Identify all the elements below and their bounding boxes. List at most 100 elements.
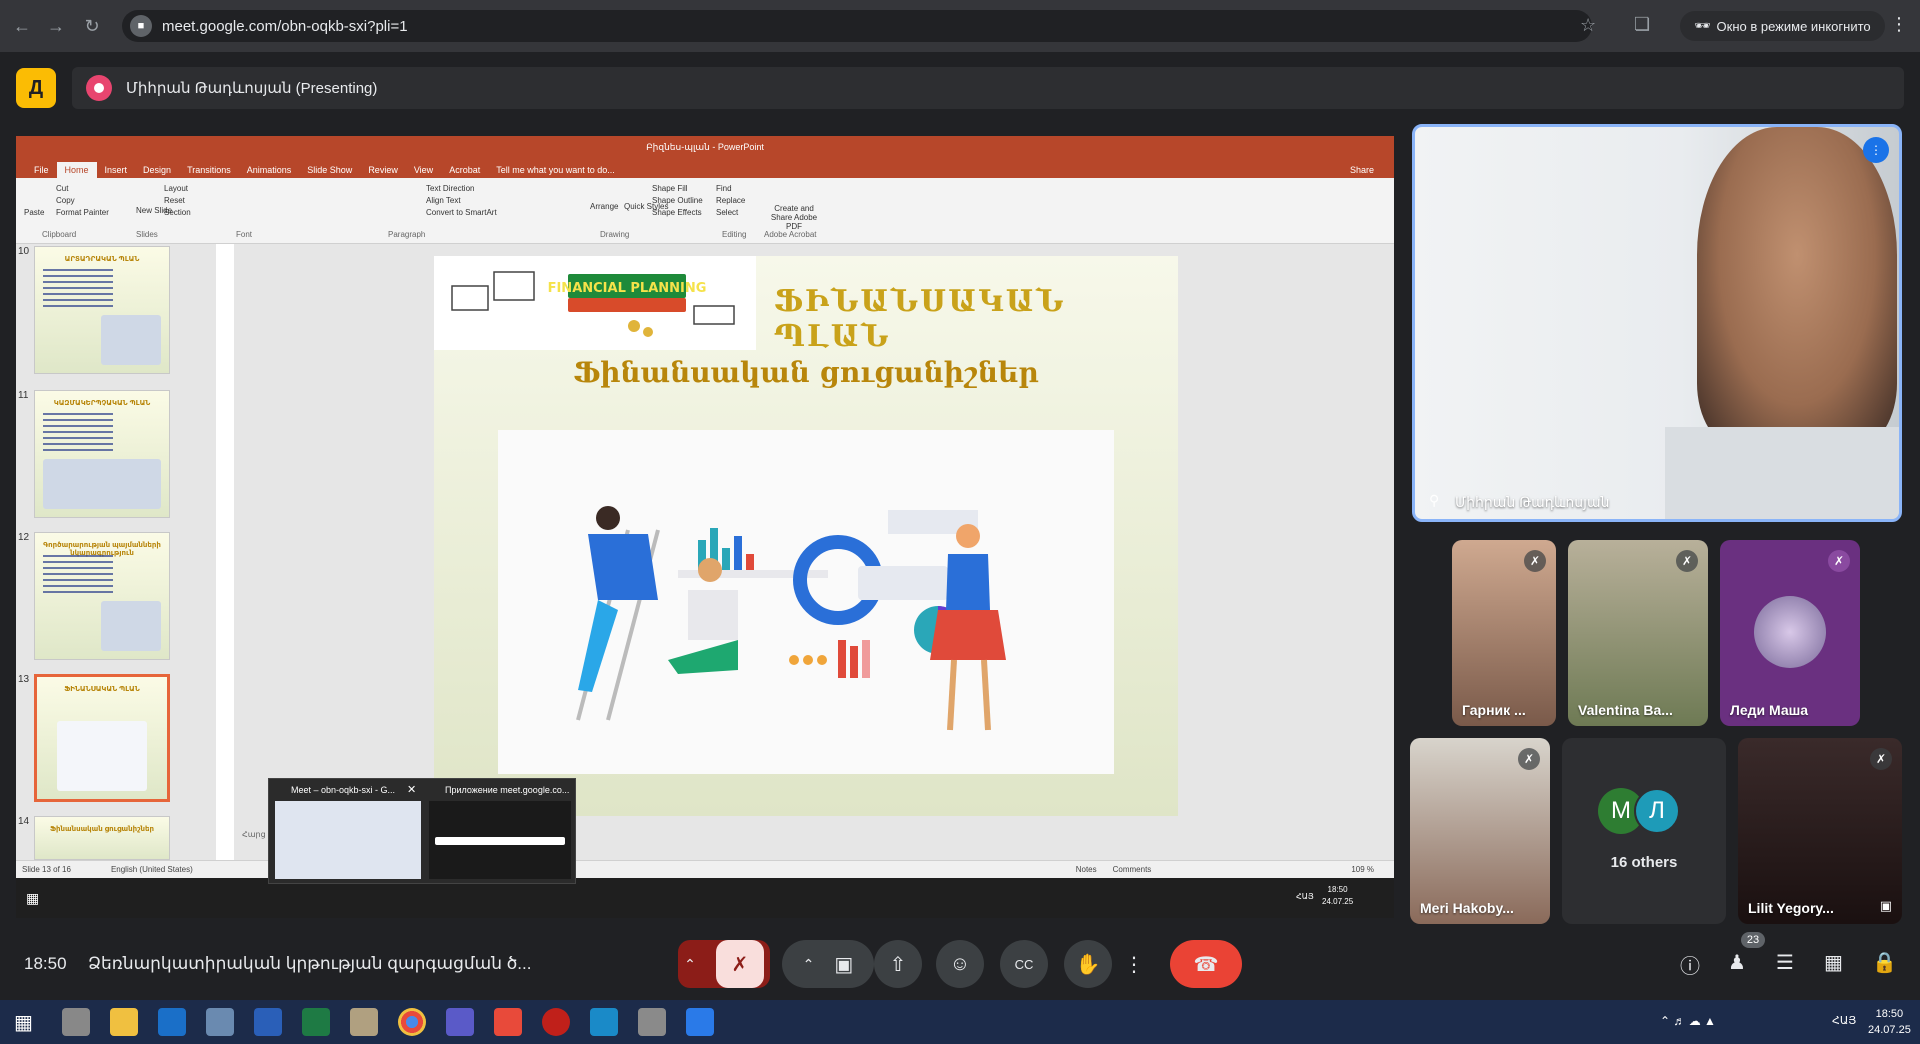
align-text-button[interactable]: Align Text <box>426 196 461 205</box>
layout-button[interactable]: Layout <box>164 184 188 193</box>
tab-transitions[interactable]: Transitions <box>179 162 239 178</box>
participant-tile[interactable]: ✗ Гарник ... <box>1452 540 1556 726</box>
address-bar[interactable]: ■ meet.google.com/obn-oqkb-sxi?pli=1 <box>122 10 1592 42</box>
file-explorer-icon[interactable] <box>110 1008 138 1036</box>
outlook-icon[interactable] <box>158 1008 186 1036</box>
preview-thumbnail[interactable] <box>429 801 571 879</box>
forward-icon[interactable]: → <box>38 8 74 44</box>
participant-tile[interactable]: ✗ Valentina Ba... <box>1568 540 1708 726</box>
site-info-icon[interactable]: ■ <box>130 15 152 37</box>
tab-file[interactable]: File <box>26 162 57 178</box>
format-painter-button[interactable]: Format Painter <box>56 208 109 217</box>
tab-review[interactable]: Review <box>360 162 406 178</box>
anydesk-icon[interactable] <box>494 1008 522 1036</box>
camera-options-chevron-icon[interactable]: ⌃ <box>803 956 815 973</box>
reset-button[interactable]: Reset <box>164 196 185 205</box>
excel-icon[interactable] <box>302 1008 330 1036</box>
tab-design[interactable]: Design <box>135 162 179 178</box>
incognito-badge[interactable]: 🕶 Окно в режиме инкогнито <box>1680 11 1885 41</box>
extensions-icon[interactable]: ❏ <box>1634 14 1650 35</box>
mic-off-button[interactable]: ✗ <box>715 940 764 988</box>
participant-tile[interactable]: ✗ Meri Hakoby... <box>1410 738 1550 924</box>
host-controls-icon[interactable]: 🔒 <box>1872 950 1897 975</box>
convert-smartart-button[interactable]: Convert to SmartArt <box>426 208 497 217</box>
tab-slide-show[interactable]: Slide Show <box>299 162 360 178</box>
word-icon[interactable] <box>254 1008 282 1036</box>
app-icon[interactable] <box>350 1008 378 1036</box>
windows-start-icon[interactable]: ▦ <box>14 1010 33 1035</box>
preview-tab-title[interactable]: Meet – obn-oqkb-sxi - G... <box>291 785 421 795</box>
present-screen-button[interactable]: ⇧ <box>874 940 922 988</box>
meet-logo: Д <box>16 68 56 108</box>
notes-placeholder[interactable]: Հարց <box>242 830 266 839</box>
share-button[interactable]: Share <box>1342 162 1382 178</box>
captions-button[interactable]: CC <box>1000 940 1048 988</box>
shape-effects-button[interactable]: Shape Effects <box>652 208 702 217</box>
arrange-button[interactable]: Arrange <box>590 202 618 211</box>
slide-thumbnail[interactable]: Ֆինանսական ցուցանիշներ <box>34 816 170 860</box>
leave-call-button[interactable]: ☎ <box>1170 940 1242 988</box>
system-tray-icons[interactable]: ⌃ ♬ ☁ ▲ <box>1660 1014 1716 1028</box>
create-share-pdf-button[interactable]: Create and Share Adobe PDF <box>764 204 824 231</box>
raise-hand-button[interactable]: ✋ <box>1064 940 1112 988</box>
picture-in-picture-icon[interactable]: ▣ <box>1880 898 1892 914</box>
tab-view[interactable]: View <box>406 162 441 178</box>
app-icon[interactable] <box>638 1008 666 1036</box>
more-options-button[interactable]: ⋮ <box>1120 940 1148 988</box>
replace-button[interactable]: Replace <box>716 196 745 205</box>
text-direction-button[interactable]: Text Direction <box>426 184 474 193</box>
shape-outline-button[interactable]: Shape Outline <box>652 196 703 205</box>
tab-animations[interactable]: Animations <box>239 162 300 178</box>
tab-home[interactable]: Home <box>56 162 97 178</box>
participant-tile[interactable]: ✗ Леди Маша <box>1720 540 1860 726</box>
snipping-tool-icon[interactable] <box>590 1008 618 1036</box>
participant-tile[interactable]: ✗ Lilit Yegory... ▣ <box>1738 738 1902 924</box>
slide-thumbnail[interactable]: ԿԱԶՄԱԿԵՐՊՉԱԿԱՆ ՊԼԱՆ <box>34 390 170 518</box>
preview-tab-title[interactable]: Приложение meet.google.co... <box>445 785 575 795</box>
record-icon[interactable] <box>542 1008 570 1036</box>
mic-options-chevron-icon[interactable]: ⌃ <box>684 956 696 973</box>
chat-icon[interactable]: ☰ <box>1776 950 1794 975</box>
cut-button[interactable]: Cut <box>56 184 68 193</box>
paste-button[interactable]: Paste <box>24 208 44 217</box>
current-slide[interactable]: FINANCIAL PLANNING ՖԻՆԱՆՍԱԿԱՆ ՊԼԱՆ Ֆինան… <box>434 256 1178 816</box>
tell-me-search[interactable]: Tell me what you want to do... <box>488 162 623 178</box>
select-button[interactable]: Select <box>716 208 738 217</box>
zoom-level[interactable]: 109 % <box>1351 865 1374 874</box>
chrome-icon[interactable] <box>398 1008 426 1036</box>
taskbar-language[interactable]: ՀԱՅ <box>1832 1014 1856 1027</box>
calculator-icon[interactable] <box>206 1008 234 1036</box>
ppt-ribbon: Paste Cut Copy Format Painter New Slide … <box>16 178 1394 244</box>
app-icon[interactable] <box>686 1008 714 1036</box>
preview-thumbnail[interactable] <box>275 801 421 879</box>
activities-icon[interactable]: ▦ <box>1824 950 1843 975</box>
tab-insert[interactable]: Insert <box>97 162 136 178</box>
app-icon[interactable] <box>62 1008 90 1036</box>
bookmark-star-icon[interactable]: ☆ <box>1580 15 1596 36</box>
others-tile[interactable]: М Л 16 others <box>1562 738 1726 924</box>
comments-button[interactable]: Comments <box>1113 865 1152 874</box>
meeting-info-icon[interactable]: ⓘ <box>1680 950 1700 979</box>
find-button[interactable]: Find <box>716 184 732 193</box>
presenting-bar[interactable]: Միհրան Թադևոսյան (Presenting) <box>72 67 1904 109</box>
presenter-tile[interactable]: ⋮ ⚲ Միհրան Թադևոսյան <box>1412 124 1902 522</box>
reload-icon[interactable]: ↻ <box>74 8 110 44</box>
taskbar-clock[interactable]: 18:50 24.07.25 <box>1868 1006 1911 1038</box>
shared-lang: ՀԱՅ <box>1296 892 1314 901</box>
tab-acrobat[interactable]: Acrobat <box>441 162 488 178</box>
emoji-button[interactable]: ☺ <box>936 940 984 988</box>
slide-thumbnail[interactable]: Գործարարության պայմանների նկարագրություն <box>34 532 170 660</box>
copy-button[interactable]: Copy <box>56 196 75 205</box>
teams-icon[interactable] <box>446 1008 474 1036</box>
camera-button[interactable]: ▣ <box>834 952 853 977</box>
slide-thumbnail[interactable]: ԱՐՏԱԴՐԱԿԱՆ ՊԼԱՆ <box>34 246 170 374</box>
close-icon[interactable]: ✕ <box>407 783 416 796</box>
notes-button[interactable]: Notes <box>1076 865 1097 874</box>
browser-menu-icon[interactable]: ⋮ <box>1890 14 1908 35</box>
slide-thumbnail-selected[interactable]: ՖԻՆԱՆՍԱԿԱՆ ՊԼԱՆ <box>34 674 170 802</box>
section-button[interactable]: Section <box>164 208 191 217</box>
back-icon[interactable]: ← <box>4 8 40 44</box>
shape-fill-button[interactable]: Shape Fill <box>652 184 688 193</box>
people-icon[interactable]: ♟ <box>1728 950 1746 975</box>
slide-thumbnails-pane: 10 ԱՐՏԱԴՐԱԿԱՆ ՊԼԱՆ 11 ԿԱԶՄԱԿԵՐՊՉԱԿԱՆ ՊԼԱ… <box>16 244 216 860</box>
